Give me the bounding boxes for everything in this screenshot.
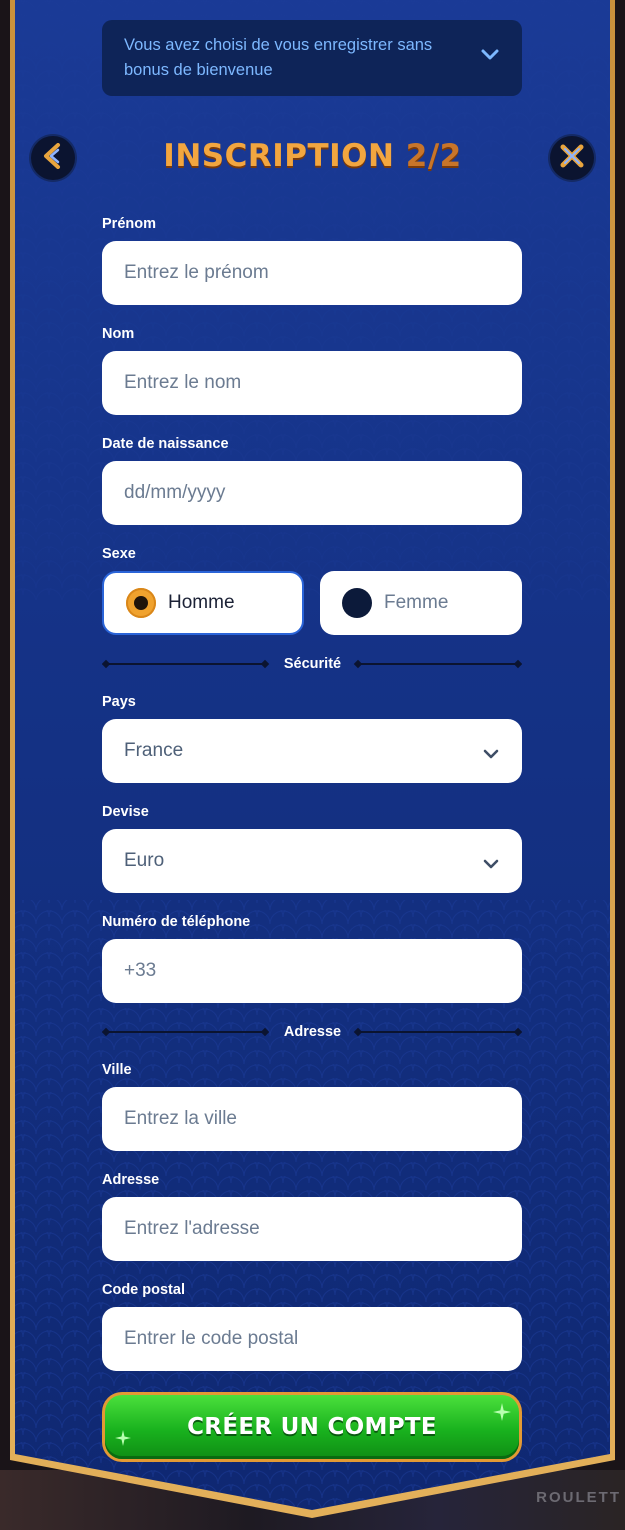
postal-code-label: Code postal [102, 1282, 185, 1298]
phone-label: Numéro de téléphone [102, 914, 251, 930]
page-title-text: INSCRIPTION [163, 138, 395, 174]
chevron-down-icon [482, 854, 500, 876]
close-button[interactable] [550, 136, 594, 180]
chevron-down-icon [480, 48, 500, 67]
first-name-label: Prénom [102, 216, 156, 232]
city-input[interactable] [102, 1087, 522, 1151]
address-label: Adresse [102, 1172, 160, 1188]
last-name-label: Nom [102, 326, 135, 342]
close-icon [559, 143, 585, 174]
country-select[interactable]: France [102, 719, 522, 783]
currency-select[interactable]: Euro [102, 829, 522, 893]
bonus-notice-toggle[interactable]: Vous avez choisi de vous enregistrer san… [102, 20, 522, 96]
radio-unselected-icon [342, 588, 372, 618]
country-value: France [124, 740, 184, 761]
currency-label: Devise [102, 804, 149, 820]
radio-selected-icon [126, 588, 156, 618]
bonus-notice-text: Vous avez choisi de vous enregistrer san… [124, 36, 433, 79]
sparkle-icon [115, 1430, 131, 1451]
currency-value: Euro [124, 850, 165, 871]
address-section-title: Adresse [283, 1024, 342, 1040]
gender-label: Sexe [102, 546, 136, 562]
address-input[interactable] [102, 1197, 522, 1261]
gender-option-femme[interactable]: Femme [320, 571, 522, 635]
postal-code-input[interactable] [102, 1307, 522, 1371]
birth-date-input[interactable] [102, 461, 522, 525]
first-name-input[interactable] [102, 241, 522, 305]
sparkle-icon [493, 1403, 511, 1426]
phone-input[interactable] [102, 939, 522, 1003]
last-name-input[interactable] [102, 351, 522, 415]
step-indicator: 2/2 [405, 138, 462, 174]
gender-option-label: Homme [168, 592, 235, 613]
gender-option-label: Femme [384, 592, 449, 613]
birth-date-label: Date de naissance [102, 436, 229, 452]
chevron-down-icon [482, 744, 500, 766]
create-account-label: CRÉER UN COMPTE [187, 1414, 437, 1440]
gender-option-homme[interactable]: Homme [102, 571, 304, 635]
page-title: INSCRIPTION 2/2 [0, 138, 625, 174]
security-section-title: Sécurité [283, 656, 342, 672]
city-label: Ville [102, 1062, 132, 1078]
country-label: Pays [102, 694, 136, 710]
create-account-button[interactable]: CRÉER UN COMPTE [102, 1392, 522, 1462]
